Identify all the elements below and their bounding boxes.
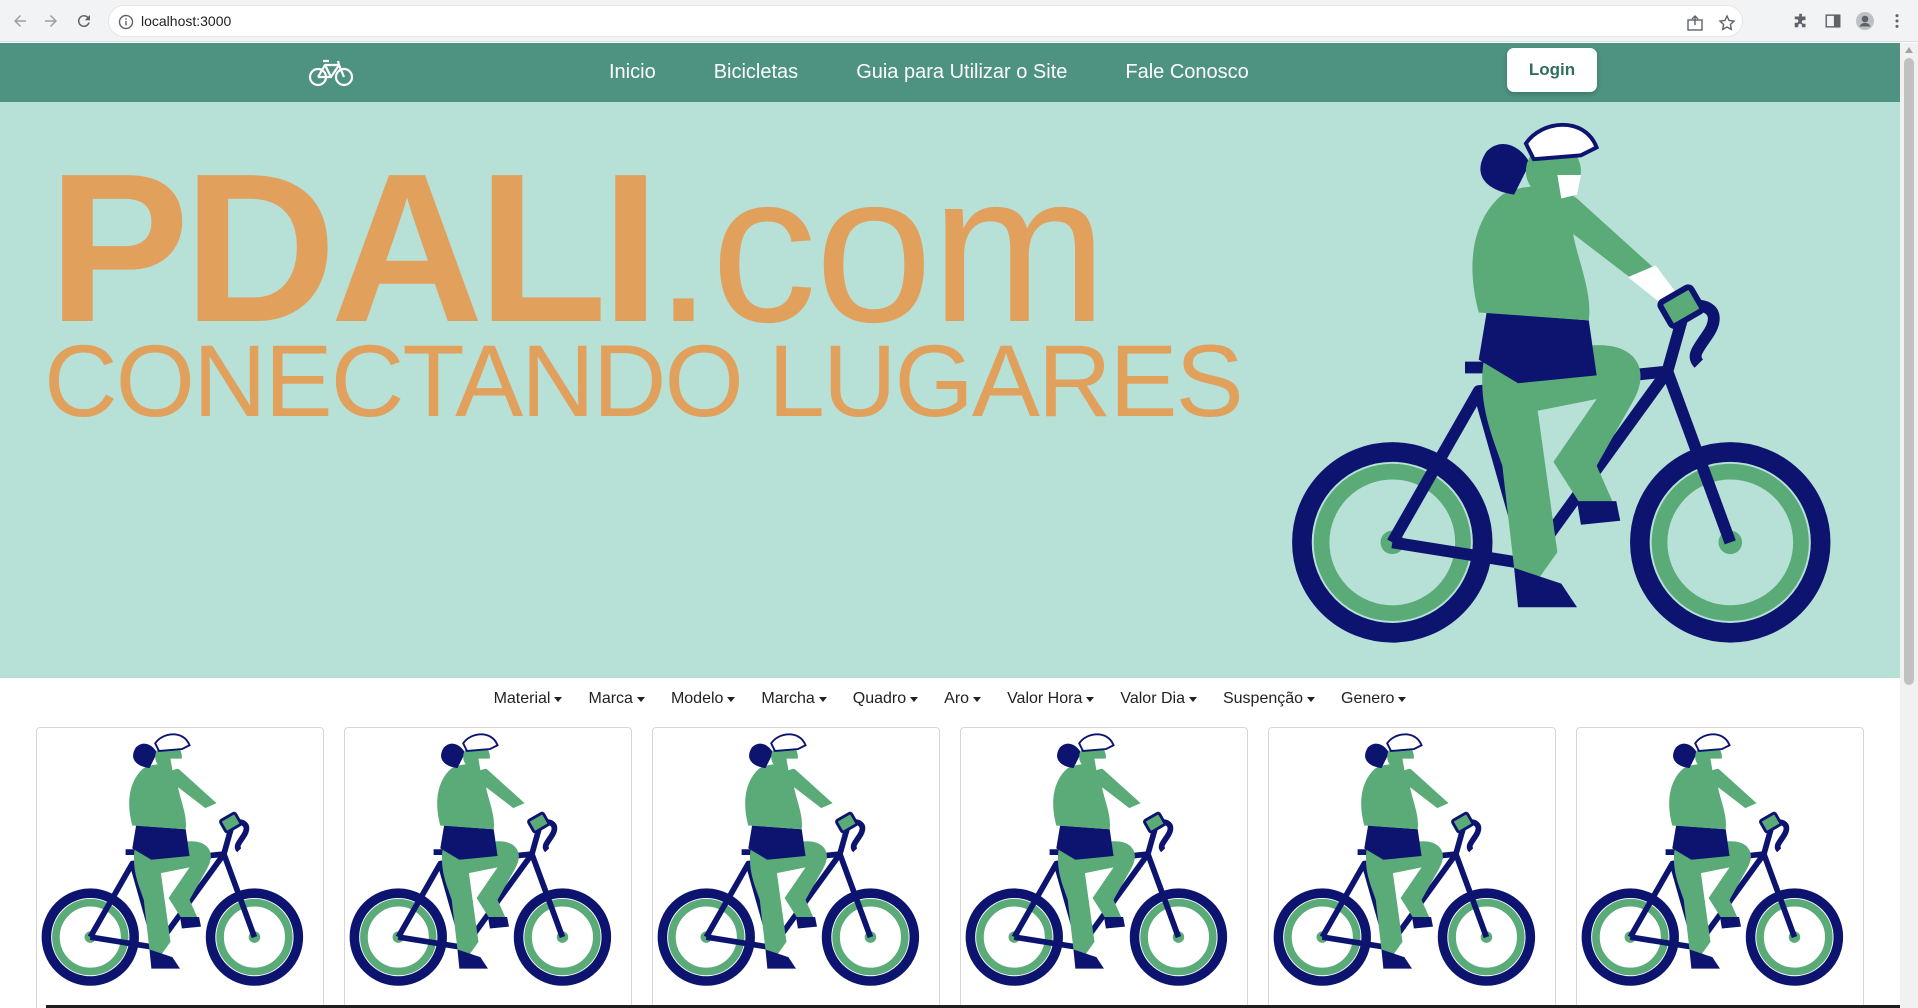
cyclist-illustration: [349, 733, 612, 986]
site-navbar: Inicio Bicicletas Guia para Utilizar o S…: [0, 43, 1900, 102]
cyclist-illustration: [1273, 733, 1536, 986]
bike-card-list: [36, 727, 1866, 1008]
filter-label: Marcha: [761, 690, 815, 707]
scroll-up-arrow-icon[interactable]: [1905, 47, 1913, 53]
forward-icon[interactable]: [39, 9, 63, 33]
filter-label: Valor Dia: [1120, 690, 1185, 707]
browser-toolbar: localhost:3000: [0, 0, 1918, 42]
info-icon[interactable]: [118, 14, 134, 30]
caret-down-icon: [1086, 697, 1095, 702]
cyclist-illustration: [1581, 733, 1844, 986]
hero-subtitle: CONECTANDO LUGARES: [44, 324, 1244, 438]
caret-down-icon: [554, 697, 563, 702]
caret-down-icon: [1307, 697, 1316, 702]
bike-card[interactable]: [36, 727, 324, 1008]
extensions-icon[interactable]: [1791, 11, 1811, 31]
filter-marca[interactable]: Marca: [575, 690, 657, 708]
star-icon[interactable]: [1718, 14, 1736, 32]
hero-title: PDALI.com: [48, 142, 1107, 354]
nav-link-inicio[interactable]: Inicio: [580, 43, 685, 102]
scroll-thumb[interactable]: [1904, 58, 1914, 685]
bike-card[interactable]: [344, 727, 632, 1008]
url-text[interactable]: localhost:3000: [141, 13, 231, 29]
back-icon[interactable]: [8, 9, 32, 33]
share-icon[interactable]: [1686, 14, 1704, 32]
reload-icon[interactable]: [72, 9, 96, 33]
bike-card[interactable]: [1268, 727, 1556, 1008]
caret-down-icon: [1188, 697, 1197, 702]
nav-link-fale-conosco[interactable]: Fale Conosco: [1096, 43, 1277, 102]
filter-label: Quadro: [852, 690, 907, 707]
cyclist-illustration: [965, 733, 1228, 986]
filter-modelo[interactable]: Modelo: [658, 690, 748, 708]
filter-label: Suspenção: [1222, 690, 1304, 707]
filter-label: Genero: [1341, 690, 1395, 707]
filter-label: Modelo: [670, 690, 724, 707]
page-scrollbar[interactable]: [1900, 43, 1918, 1008]
filter-label: Valor Hora: [1007, 690, 1083, 707]
bike-card[interactable]: [1576, 727, 1864, 1008]
filter-aro[interactable]: Aro: [931, 690, 994, 708]
filter-genero[interactable]: Genero: [1328, 690, 1419, 708]
filter-material[interactable]: Material: [481, 690, 576, 708]
filter-label: Marca: [588, 690, 633, 707]
cyclist-illustration: [657, 733, 920, 986]
filter-suspencao[interactable]: Suspenção: [1210, 690, 1328, 708]
bike-card[interactable]: [960, 727, 1248, 1008]
filter-quadro[interactable]: Quadro: [840, 690, 931, 708]
caret-down-icon: [636, 697, 645, 702]
hero-banner: PDALI.com CONECTANDO LUGARES: [0, 102, 1900, 678]
address-bar[interactable]: localhost:3000: [108, 5, 1743, 37]
nav-link-guia[interactable]: Guia para Utilizar o Site: [827, 43, 1096, 102]
menu-icon[interactable]: [1887, 11, 1907, 31]
filter-label: Aro: [944, 690, 970, 707]
caret-down-icon: [1398, 697, 1407, 702]
nav-link-bicicletas[interactable]: Bicicletas: [685, 43, 827, 102]
filter-valor-dia[interactable]: Valor Dia: [1107, 690, 1210, 708]
cyclist-illustration: [41, 733, 304, 986]
filter-label: Material: [493, 690, 551, 707]
filter-bar: Material Marca Modelo Marcha Quadro Aro …: [0, 678, 1900, 720]
login-button[interactable]: Login: [1507, 48, 1597, 92]
caret-down-icon: [910, 697, 919, 702]
main-menu: Inicio Bicicletas Guia para Utilizar o S…: [580, 43, 1278, 102]
caret-down-icon: [818, 697, 827, 702]
filter-marcha[interactable]: Marcha: [748, 690, 839, 708]
filter-valor-hora[interactable]: Valor Hora: [994, 690, 1107, 708]
bicycle-icon[interactable]: [308, 57, 354, 87]
side-panel-icon[interactable]: [1823, 11, 1843, 31]
cyclist-illustration: [1292, 123, 1831, 643]
profile-icon[interactable]: [1855, 11, 1875, 31]
caret-down-icon: [973, 697, 982, 702]
bike-card[interactable]: [652, 727, 940, 1008]
caret-down-icon: [727, 697, 736, 702]
